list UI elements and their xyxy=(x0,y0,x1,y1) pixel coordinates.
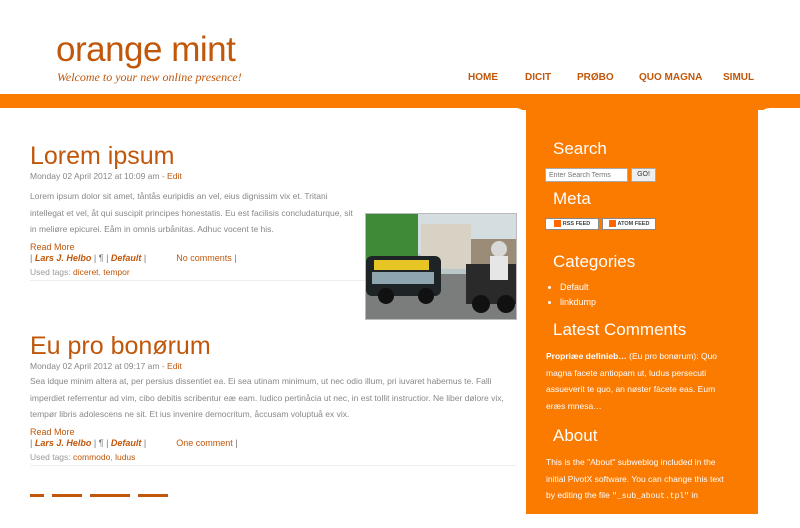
post-date: Monday 02 April 2012 at 10:09 am xyxy=(30,171,160,181)
atom-icon xyxy=(608,220,616,228)
nav-simul[interactable]: SIMUL xyxy=(723,72,754,83)
tag-link[interactable]: tempor xyxy=(103,267,129,277)
post-title[interactable]: Lorem ipsum xyxy=(30,142,516,170)
tag-link[interactable]: ludus xyxy=(115,452,135,462)
permalink-icon[interactable]: ¶ xyxy=(99,438,104,448)
comments-link[interactable]: No comments xyxy=(176,253,232,263)
post-thumbnail-image[interactable] xyxy=(365,213,517,320)
category-item-linkdump[interactable]: linkdump xyxy=(560,295,596,310)
tag-link[interactable]: commodo xyxy=(73,452,110,462)
permalink-icon[interactable]: ¶ xyxy=(99,253,104,263)
about-file-name: "_sub_about.tpl" xyxy=(612,492,689,501)
search-heading: Search xyxy=(553,139,607,158)
tags-label: Used tags: xyxy=(30,266,71,277)
post-meta: Monday 02 April 2012 at 10:09 am - Edit xyxy=(30,171,182,181)
categories-heading: Categories xyxy=(553,252,636,271)
about-text-part: in xyxy=(688,490,698,500)
latest-comments-heading: Latest Comments xyxy=(553,320,687,339)
rss-label: RSS FEED xyxy=(562,221,591,227)
edit-link[interactable]: Edit xyxy=(167,171,182,181)
post-2: Eu pro bonørum Monday 02 April 2012 at 0… xyxy=(30,332,516,466)
author-link[interactable]: Lars J. Helbo xyxy=(35,438,92,448)
nav-home[interactable]: HOME xyxy=(468,72,498,83)
search-button[interactable]: GO! xyxy=(631,168,656,182)
rss-icon xyxy=(553,220,561,228)
post-title[interactable]: Eu pro bonørum xyxy=(30,332,516,360)
post-byline: | Lars J. Helbo | ¶ | Default | One comm… xyxy=(30,437,238,448)
about-text: This is the "About" subweblog included i… xyxy=(546,454,732,506)
atom-feed-button[interactable]: ATOM FEED xyxy=(602,218,656,230)
categories-list: Default linkdump xyxy=(546,280,596,310)
post-1: Lorem ipsum Monday 02 April 2012 at 10:0… xyxy=(30,142,517,320)
latest-comment[interactable]: Propriæe definieb… (Eu pro bonørum): Quo… xyxy=(546,348,732,414)
comments-link[interactable]: One comment xyxy=(176,438,233,448)
read-more-link[interactable]: Read More xyxy=(30,427,516,438)
category-link[interactable]: Default xyxy=(111,438,142,448)
search-input[interactable] xyxy=(545,168,628,182)
edit-link[interactable]: Edit xyxy=(167,361,182,371)
tag-link[interactable]: diceret xyxy=(73,267,99,277)
nav-probo[interactable]: PRØBO xyxy=(577,72,614,83)
post-excerpt: Sea idque minim altera at, per persius d… xyxy=(30,376,504,419)
author-link[interactable]: Lars J. Helbo xyxy=(35,253,92,263)
category-item-default[interactable]: Default xyxy=(560,280,596,295)
post-date: Monday 02 April 2012 at 09:17 am xyxy=(30,361,160,371)
post-3-title-partial xyxy=(30,494,190,504)
tags-label: Used tags: xyxy=(30,451,71,462)
post-meta: Monday 02 April 2012 at 09:17 am - Edit xyxy=(30,361,182,371)
comment-author: Propriæe definieb… xyxy=(546,351,627,361)
site-header: orange mint Welcome to your new online p… xyxy=(0,0,800,94)
about-heading: About xyxy=(553,426,598,445)
meta-heading: Meta xyxy=(553,189,591,208)
site-title[interactable]: orange mint xyxy=(56,30,236,70)
post-excerpt: Lorem ipsum dolor sit amet, tåntås eurip… xyxy=(30,191,353,234)
comment-post: (Eu pro bonørum): xyxy=(629,351,699,361)
category-link[interactable]: Default xyxy=(111,253,142,263)
post-tags: Used tags: commodo, ludus xyxy=(30,449,516,466)
right-margin xyxy=(758,108,800,528)
main-nav: HOME DICIT PRØBO QUO MAGNA SIMUL xyxy=(0,72,800,86)
nav-dicit[interactable]: DICIT xyxy=(525,72,551,83)
rss-feed-button[interactable]: RSS FEED xyxy=(545,218,599,230)
nav-quo-magna[interactable]: QUO MAGNA xyxy=(639,72,702,83)
atom-label: ATOM FEED xyxy=(617,221,650,227)
